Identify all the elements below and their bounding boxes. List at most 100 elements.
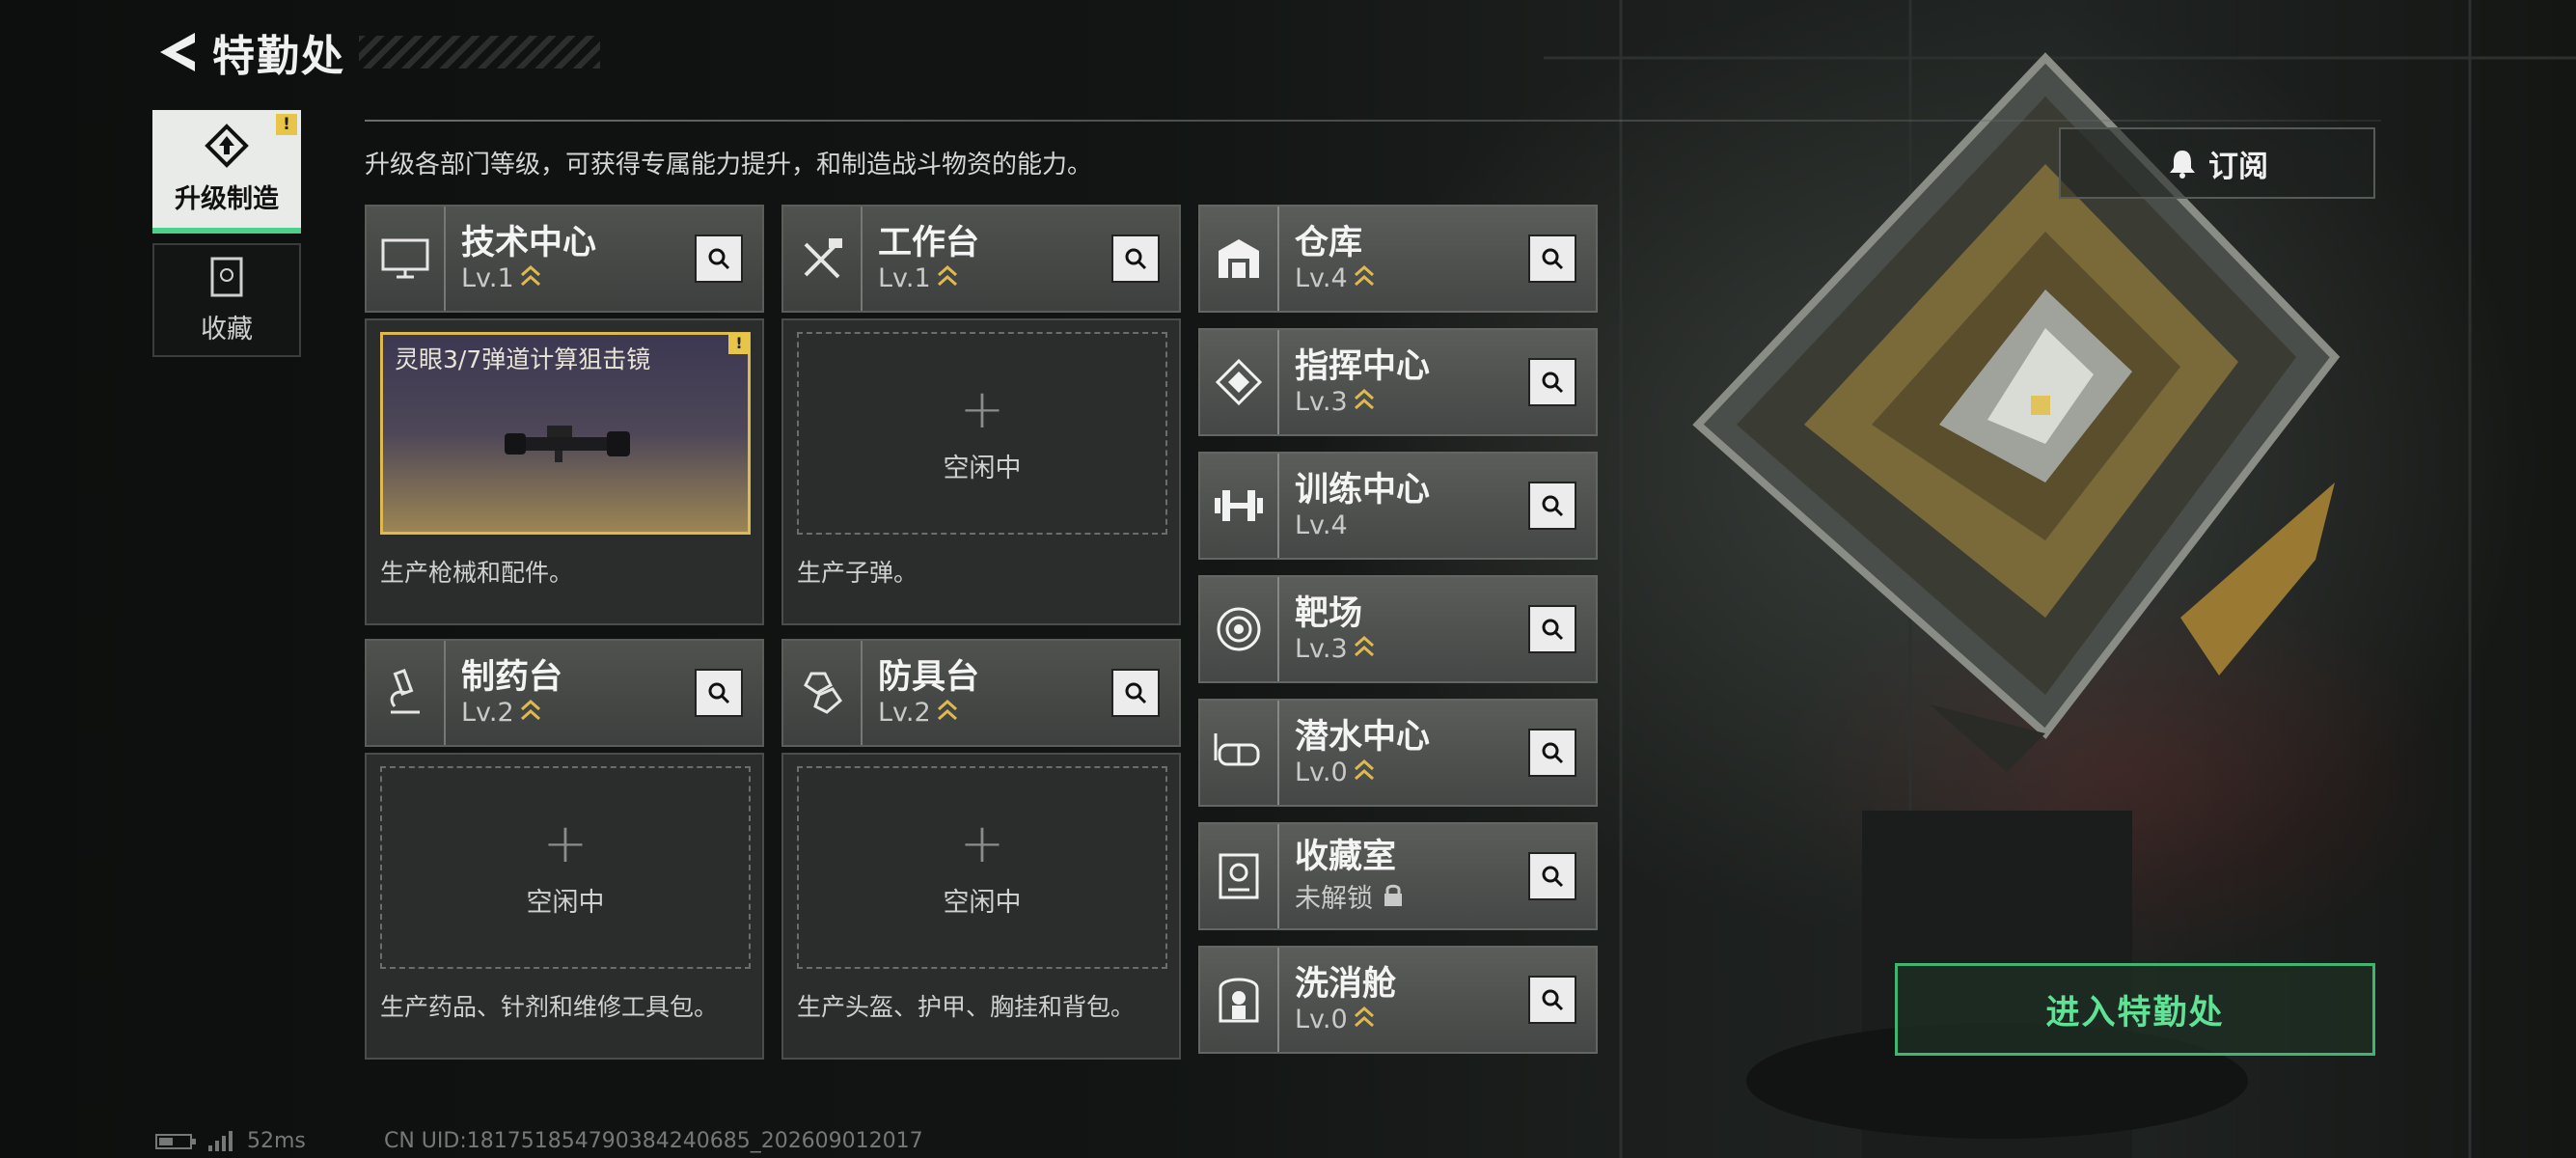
production-slot-idle[interactable]: + 空闲中 (797, 766, 1167, 969)
dept-level: Lv.3 (1295, 387, 1528, 417)
pharmacy-header[interactable]: 制药台 Lv.2 (365, 639, 764, 747)
bell-icon (2170, 151, 2195, 179)
search-button[interactable] (1528, 852, 1576, 900)
slot-status: 空闲中 (526, 887, 605, 918)
workbench-body: + 空闲中 生产子弹。 (781, 318, 1181, 625)
dept-command-center[interactable]: 指挥中心 Lv.3 (1198, 328, 1598, 436)
search-icon (1125, 682, 1147, 704)
collection-case-icon (210, 257, 243, 296)
card-name: 技术中心 (461, 224, 597, 263)
level-up-chevron-icon (1354, 759, 1374, 781)
search-icon (708, 248, 730, 270)
page-description: 升级各部门等级，可获得专属能力提升，和制造战斗物资的能力。 (365, 151, 1093, 179)
search-icon (1542, 866, 1564, 888)
dept-level: Lv.0 (1295, 758, 1528, 787)
dept-level: Lv.0 (1295, 1005, 1528, 1034)
diving-goggles-icon (1200, 701, 1279, 805)
card-level: Lv.2 (461, 698, 695, 728)
dept-diving-center[interactable]: 潜水中心 Lv.0 (1198, 699, 1598, 807)
card-name: 工作台 (878, 224, 980, 263)
search-icon (1542, 989, 1564, 1011)
command-icon (1200, 330, 1279, 434)
level-up-chevron-icon (520, 265, 540, 287)
slot-status: 空闲中 (943, 887, 1022, 918)
card-name: 防具台 (878, 658, 980, 698)
card-level: Lv.2 (878, 698, 1111, 728)
plus-icon: + (959, 812, 1005, 875)
plus-icon: + (542, 812, 589, 875)
enter-special-ops-button[interactable]: 进入特勤处 (1895, 963, 2375, 1056)
slot-item-name: 灵眼3/7弹道计算狙击镜 (395, 345, 651, 373)
workbench-header[interactable]: 工作台 Lv.1 (781, 205, 1181, 313)
search-button[interactable] (1528, 605, 1576, 653)
tab-collection[interactable]: 收藏 (152, 243, 301, 357)
tools-icon (783, 207, 863, 311)
level-up-chevron-icon (937, 700, 957, 721)
plus-icon: + (959, 377, 1005, 441)
search-button[interactable] (1528, 976, 1576, 1024)
search-button[interactable] (695, 669, 743, 717)
divider (365, 120, 2381, 122)
dept-warehouse[interactable]: 仓库 Lv.4 (1198, 205, 1598, 313)
dept-shooting-range[interactable]: 靶场 Lv.3 (1198, 575, 1598, 683)
card-description: 生产子弹。 (797, 559, 918, 587)
user-uid: CN UID:181751854790384240685_20260901201… (384, 1129, 923, 1153)
decon-pod-icon (1200, 948, 1279, 1052)
alert-badge: ! (276, 114, 297, 135)
production-slot-idle[interactable]: + 空闲中 (380, 766, 751, 969)
card-description: 生产头盔、护甲、胸挂和背包。 (797, 993, 1136, 1021)
level-up-chevron-icon (1354, 1006, 1374, 1028)
tab-label: 收藏 (201, 314, 253, 345)
search-button[interactable] (1528, 234, 1576, 283)
target-icon (1200, 577, 1279, 681)
dept-name: 仓库 (1295, 224, 1363, 263)
armor-bench-header[interactable]: 防具台 Lv.2 (781, 639, 1181, 747)
dept-name: 指挥中心 (1295, 347, 1431, 387)
dept-training-center[interactable]: 训练中心 Lv.4 (1198, 452, 1598, 560)
pharmacy-body: + 空闲中 生产药品、针剂和维修工具包。 (365, 753, 764, 1060)
dept-level: 未解锁 (1295, 877, 1528, 915)
subscribe-button[interactable]: 订阅 (2059, 127, 2375, 199)
card-level: Lv.1 (461, 263, 695, 293)
level-up-chevron-icon (937, 265, 957, 287)
microscope-icon (367, 641, 446, 745)
search-button[interactable] (1111, 234, 1160, 283)
warehouse-icon (1200, 207, 1279, 311)
production-slot-idle[interactable]: + 空闲中 (797, 332, 1167, 535)
production-slot-active[interactable]: 灵眼3/7弹道计算狙击镜 ! (380, 332, 751, 535)
search-icon (1542, 619, 1564, 641)
dept-collection-room[interactable]: 收藏室 未解锁 (1198, 822, 1598, 930)
search-icon (1542, 248, 1564, 270)
tab-label: 升级制造 (175, 183, 279, 214)
search-button[interactable] (1528, 729, 1576, 777)
tech-center-header[interactable]: 技术中心 Lv.1 (365, 205, 764, 313)
status-bar: 52ms (154, 1129, 306, 1153)
title-decoration (359, 36, 600, 69)
search-button[interactable] (1111, 669, 1160, 717)
monitor-icon (367, 207, 446, 311)
level-up-chevron-icon (520, 700, 540, 721)
dept-name: 洗消舱 (1295, 965, 1397, 1005)
level-up-chevron-icon (1354, 265, 1374, 287)
dept-name: 收藏室 (1295, 838, 1397, 877)
search-button[interactable] (695, 234, 743, 283)
level-up-chevron-icon (1354, 636, 1374, 657)
dept-decon-pod[interactable]: 洗消舱 Lv.0 (1198, 946, 1598, 1054)
search-button[interactable] (1528, 482, 1576, 530)
card-description: 生产药品、针剂和维修工具包。 (380, 993, 719, 1021)
card-description: 生产枪械和配件。 (380, 559, 574, 587)
search-icon (708, 682, 730, 704)
ping-value: 52ms (247, 1129, 306, 1153)
scope-item-icon (505, 426, 630, 462)
tab-upgrade-manufacture[interactable]: ! 升级制造 (152, 110, 301, 234)
dept-name: 潜水中心 (1295, 718, 1431, 758)
back-button[interactable] (152, 23, 203, 81)
enter-button-label: 进入特勤处 (2045, 993, 2225, 1033)
armor-icon (783, 641, 863, 745)
alert-badge: ! (728, 333, 750, 354)
search-button[interactable] (1528, 358, 1576, 406)
subscribe-label: 订阅 (2208, 149, 2268, 184)
card-level: Lv.1 (878, 263, 1111, 293)
lock-icon (1384, 884, 1402, 907)
armor-bench-body: + 空闲中 生产头盔、护甲、胸挂和背包。 (781, 753, 1181, 1060)
